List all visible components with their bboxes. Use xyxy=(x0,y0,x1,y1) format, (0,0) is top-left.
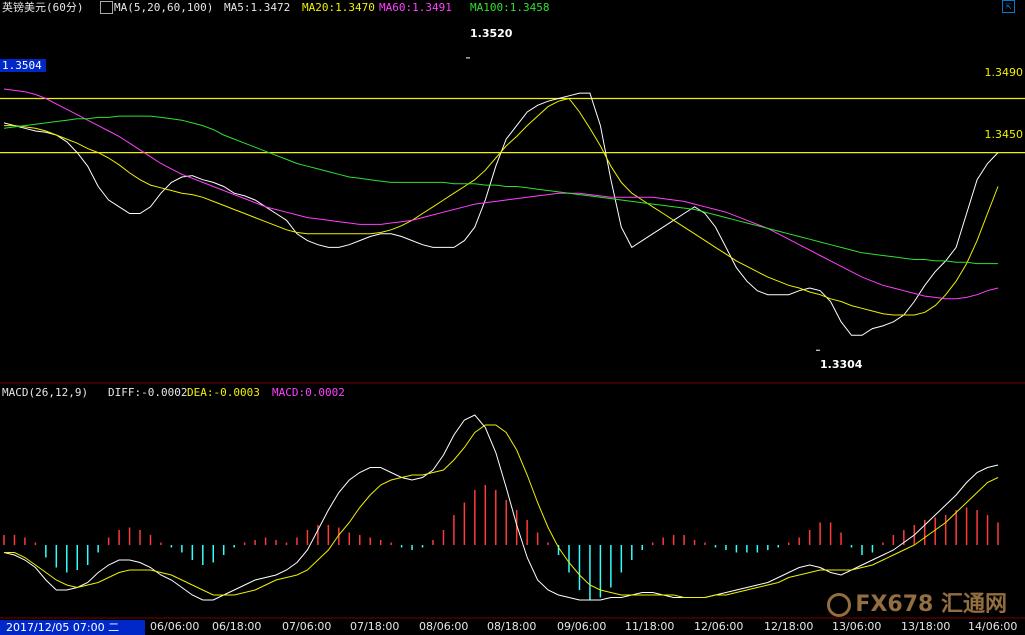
macd-diff-line xyxy=(3,414,999,601)
x-tick-label: 06/06:00 xyxy=(150,620,200,633)
x-tick-label: 08/06:00 xyxy=(419,620,469,633)
series-ma5 xyxy=(3,92,999,336)
chart-canvas[interactable] xyxy=(0,0,1025,635)
fx678-logo: FX678 汇通网 xyxy=(827,586,1007,618)
high-annotation: 1.3520 xyxy=(470,27,513,40)
series-ma100 xyxy=(3,115,998,265)
x-tick-label: 09/06:00 xyxy=(557,620,607,633)
x-tick-label: 12/06:00 xyxy=(694,620,744,633)
x-tick-label: 13/18:00 xyxy=(901,620,951,633)
x-tick-label: 07/06:00 xyxy=(282,620,332,633)
low-annotation: 1.3304 xyxy=(820,358,863,371)
x-tick-label: 14/06:00 xyxy=(968,620,1018,633)
x-tick-label: 11/18:00 xyxy=(625,620,675,633)
x-tick-label: 13/06:00 xyxy=(832,620,882,633)
level-label-1.3450: 1.3450 xyxy=(984,128,1024,141)
level-label-1.3490: 1.3490 xyxy=(984,66,1024,79)
logo-mark-icon xyxy=(827,593,852,617)
logo-text: FX678 汇通网 xyxy=(855,592,1007,617)
x-tick-label: 12/18:00 xyxy=(764,620,814,633)
x-tick-label: 07/18:00 xyxy=(350,620,400,633)
x-tick-label: 08/18:00 xyxy=(487,620,537,633)
series-ma60 xyxy=(3,88,999,300)
crosshair-date-box: 2017/12/05 07:00 二 xyxy=(0,620,145,635)
series-ma20 xyxy=(4,97,999,316)
x-tick-label: 06/18:00 xyxy=(212,620,262,633)
